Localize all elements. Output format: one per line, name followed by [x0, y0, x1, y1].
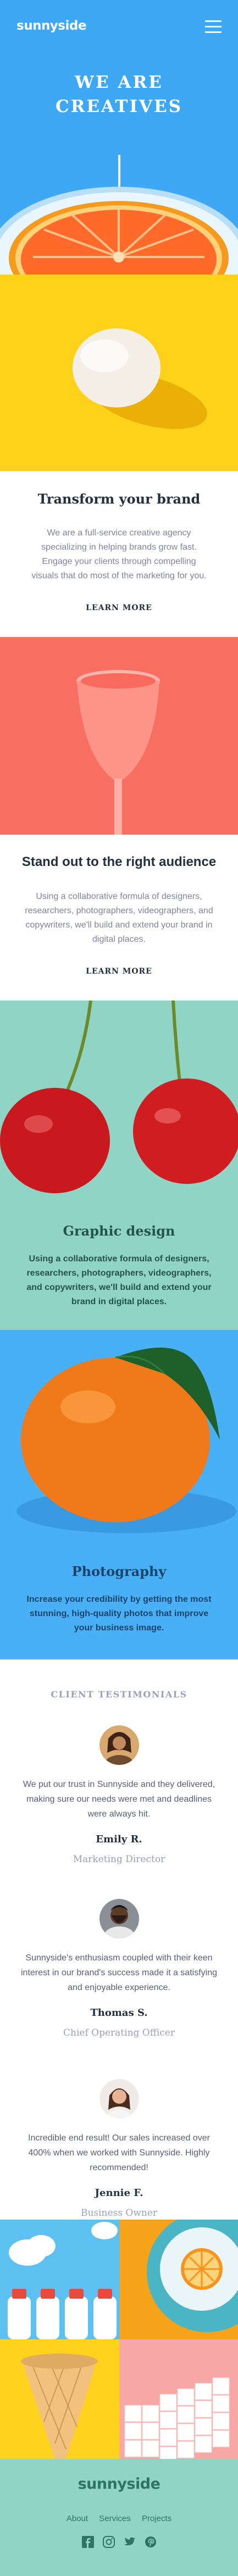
testimonial-name: Thomas S.: [90, 2007, 148, 2019]
testimonials-section: CLIENT TESTIMONIALS We put our trust in …: [0, 1659, 238, 2220]
graphic-design-body: Using a collaborative formula of designe…: [26, 1254, 212, 1306]
avatar: [99, 1899, 139, 1938]
transform-brand-body: We are a full-service creative agency sp…: [31, 528, 207, 580]
stand-out-body: Using a collaborative formula of designe…: [25, 892, 213, 944]
avatar: [99, 1725, 139, 1765]
testimonial-quote: We put our trust in Sunnyside and they d…: [23, 1780, 215, 1819]
footer-link-services[interactable]: Services: [99, 2514, 131, 2523]
social-links: [0, 2536, 238, 2548]
twitter-icon[interactable]: [124, 2536, 136, 2548]
testimonial-name: Emily R.: [96, 1834, 142, 1845]
footer-logo[interactable]: sunnyside: [0, 2476, 238, 2493]
gallery-milk-bottles-image: [0, 2220, 119, 2339]
hero-section: sunnyside WE ARE CREATIVES: [0, 0, 238, 275]
footer-link-projects[interactable]: Projects: [142, 2514, 171, 2523]
top-nav: sunnyside: [16, 19, 222, 35]
cherries-image: [0, 1001, 238, 1193]
learn-more-link-brand[interactable]: LEARN MORE: [84, 604, 154, 613]
graphic-design-section: Graphic design Using a collaborative for…: [0, 1001, 238, 1330]
facebook-icon[interactable]: [81, 2536, 94, 2548]
gallery-section: [0, 2220, 238, 2459]
photography-title: Photography: [71, 1563, 167, 1579]
testimonial-item: Sunnyside's enthusiasm coupled with thei…: [0, 1899, 238, 2038]
footer-nav: About Services Projects: [0, 2514, 238, 2523]
testimonial-role: Chief Operating Officer: [63, 2027, 175, 2038]
hero-title-line1: WE ARE: [75, 72, 163, 92]
photography-section: Photography Increase your credibility by…: [0, 1330, 238, 1659]
testimonials-heading: CLIENT TESTIMONIALS: [51, 1689, 187, 1700]
glass-illustration: [76, 670, 160, 835]
testimonial-name: Jennie F.: [95, 2187, 143, 2199]
gallery-sugar-cubes-image: [119, 2339, 238, 2459]
avatar: [99, 2079, 139, 2119]
testimonial-quote: Sunnyside's enthusiasm coupled with thei…: [21, 1953, 217, 1992]
brand-logo[interactable]: sunnyside: [16, 19, 86, 33]
footer: sunnyside About Services Projects: [0, 2459, 238, 2576]
hero-title: WE ARE CREATIVES: [0, 70, 238, 119]
testimonial-role: Business Owner: [80, 2208, 158, 2219]
testimonial-item: We put our trust in Sunnyside and they d…: [0, 1725, 238, 1865]
footer-link-about[interactable]: About: [67, 2514, 88, 2523]
instagram-icon[interactable]: [102, 2536, 115, 2548]
gallery-cone-image: [0, 2339, 119, 2459]
testimonial-quote: Incredible end result! Our sales increas…: [28, 2133, 210, 2172]
stand-out-title: Stand out to the right audience: [21, 854, 217, 869]
learn-more-link-audience[interactable]: LEARN MORE: [84, 967, 154, 977]
egg-image: [0, 275, 238, 471]
transform-brand-section: Transform your brand We are a full-servi…: [0, 471, 238, 637]
orange-image: [16, 1348, 236, 1533]
gallery-orange-plate-image: [119, 2220, 238, 2339]
transform-brand-title: Transform your brand: [37, 491, 201, 507]
photography-body: Increase your credibility by getting the…: [26, 1595, 212, 1633]
egg-illustration: [73, 328, 207, 429]
testimonial-role: Marketing Director: [73, 1854, 165, 1865]
cup-image: [0, 637, 238, 835]
hamburger-menu-icon[interactable]: [205, 20, 222, 33]
pinterest-icon[interactable]: [145, 2536, 157, 2548]
hero-title-line2: CREATIVES: [55, 97, 183, 116]
testimonial-item: Incredible end result! Our sales increas…: [0, 2079, 238, 2219]
orange-slice-image: [0, 187, 238, 275]
stand-out-section: Stand out to the right audience Using a …: [0, 835, 238, 1001]
graphic-design-title: Graphic design: [63, 1223, 175, 1239]
